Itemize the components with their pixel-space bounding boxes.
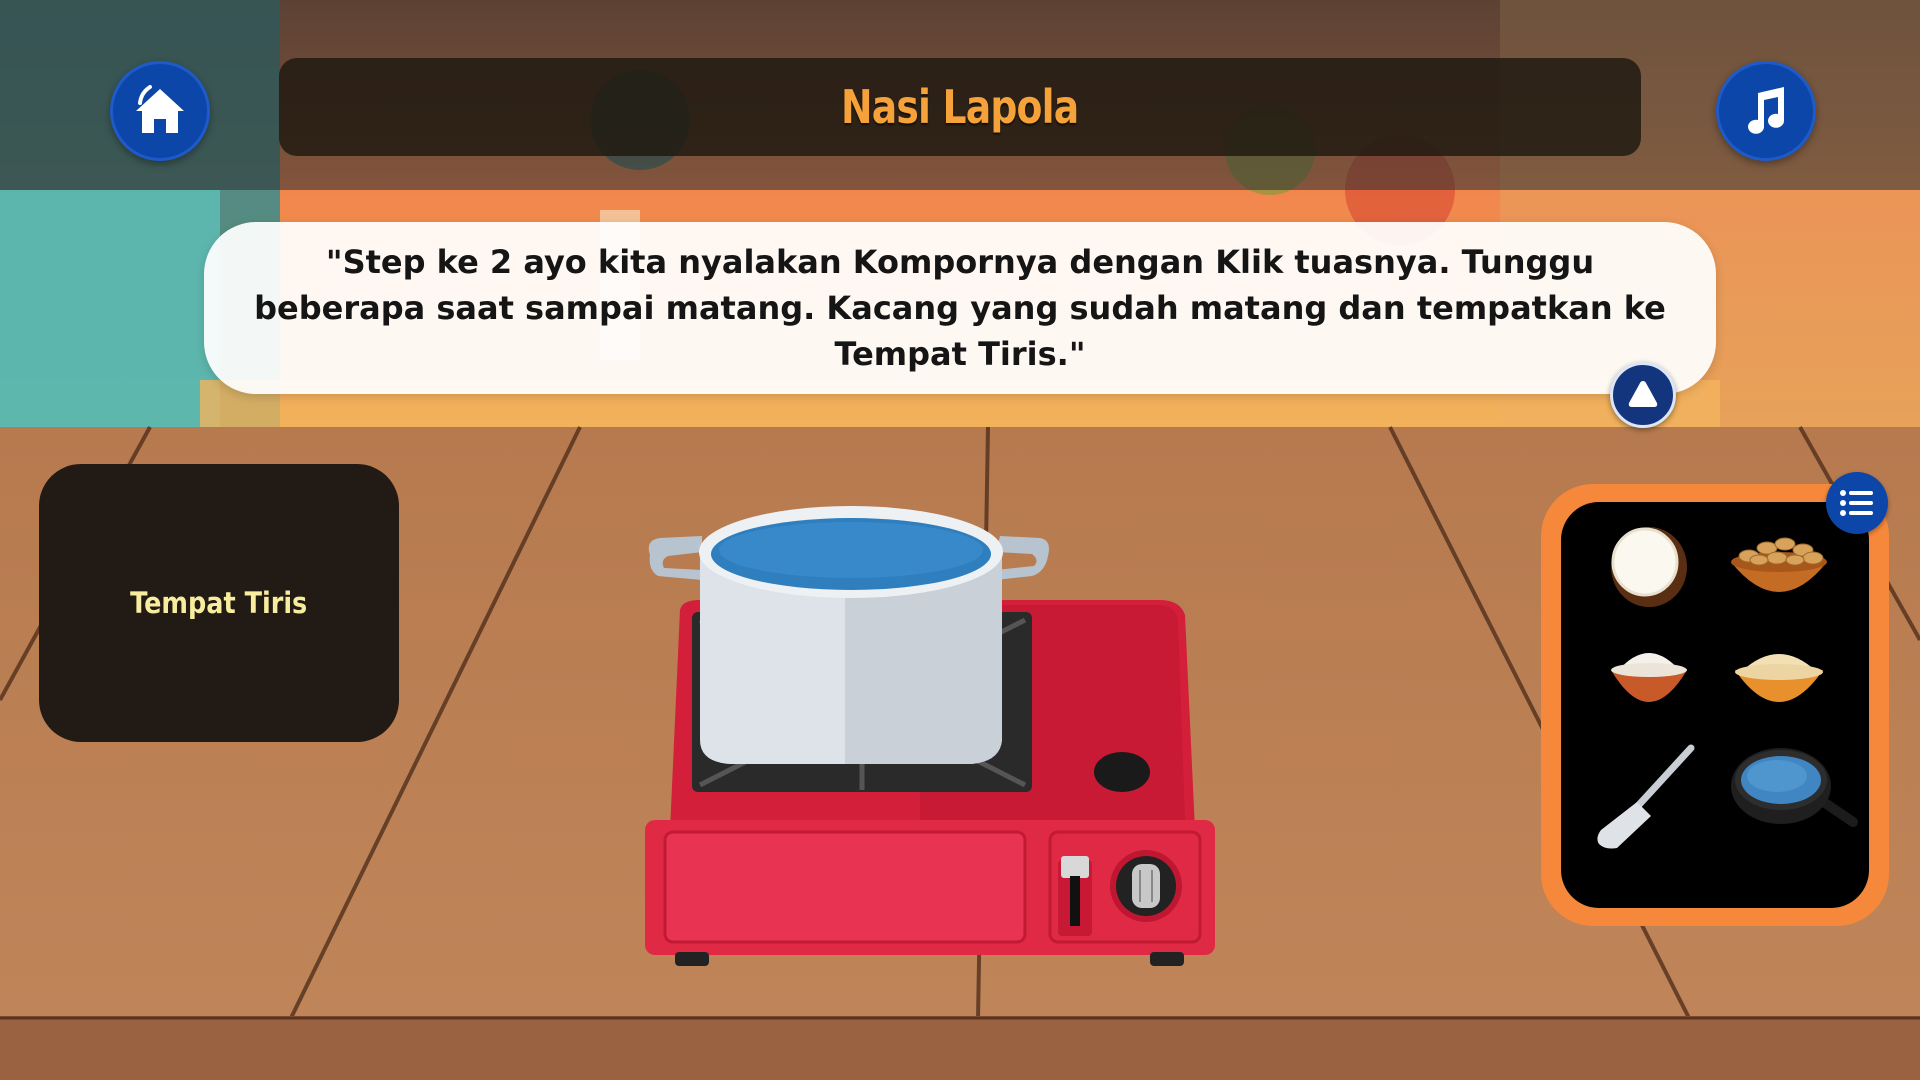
frying-pan-icon[interactable]: [1729, 742, 1859, 838]
ingredient-panel: [1541, 484, 1889, 926]
home-button[interactable]: [110, 61, 210, 161]
coconut-icon[interactable]: [1607, 522, 1689, 608]
home-icon: [136, 85, 184, 133]
spatula-icon[interactable]: [1591, 742, 1701, 852]
ingredient-menu-button[interactable]: [1826, 472, 1888, 534]
ingredient-panel-inner: [1561, 502, 1869, 908]
stove: [640, 500, 1220, 970]
peanuts-bowl-icon[interactable]: [1727, 532, 1831, 608]
flour-bowl-icon[interactable]: [1607, 634, 1691, 714]
music-button[interactable]: [1716, 61, 1816, 161]
triangle-up-icon: [1628, 381, 1658, 407]
stove-knob[interactable]: [1110, 850, 1182, 922]
page-title: Nasi Lapola: [841, 80, 1079, 134]
list-icon: [1840, 490, 1873, 516]
title-bar: Nasi Lapola: [279, 58, 1641, 156]
next-step-button[interactable]: [1610, 362, 1676, 428]
stove-lever[interactable]: [1058, 856, 1092, 936]
pot[interactable]: [648, 506, 1049, 764]
instruction-bubble: "Step ke 2 ayo kita nyalakan Kompornya d…: [204, 222, 1716, 394]
drain-area-label: Tempat Tiris: [130, 586, 308, 620]
rice-bowl-icon[interactable]: [1731, 634, 1827, 714]
drain-area[interactable]: Tempat Tiris: [39, 464, 399, 742]
music-note-icon: [1748, 87, 1784, 134]
instruction-text: "Step ke 2 ayo kita nyalakan Kompornya d…: [254, 243, 1666, 373]
